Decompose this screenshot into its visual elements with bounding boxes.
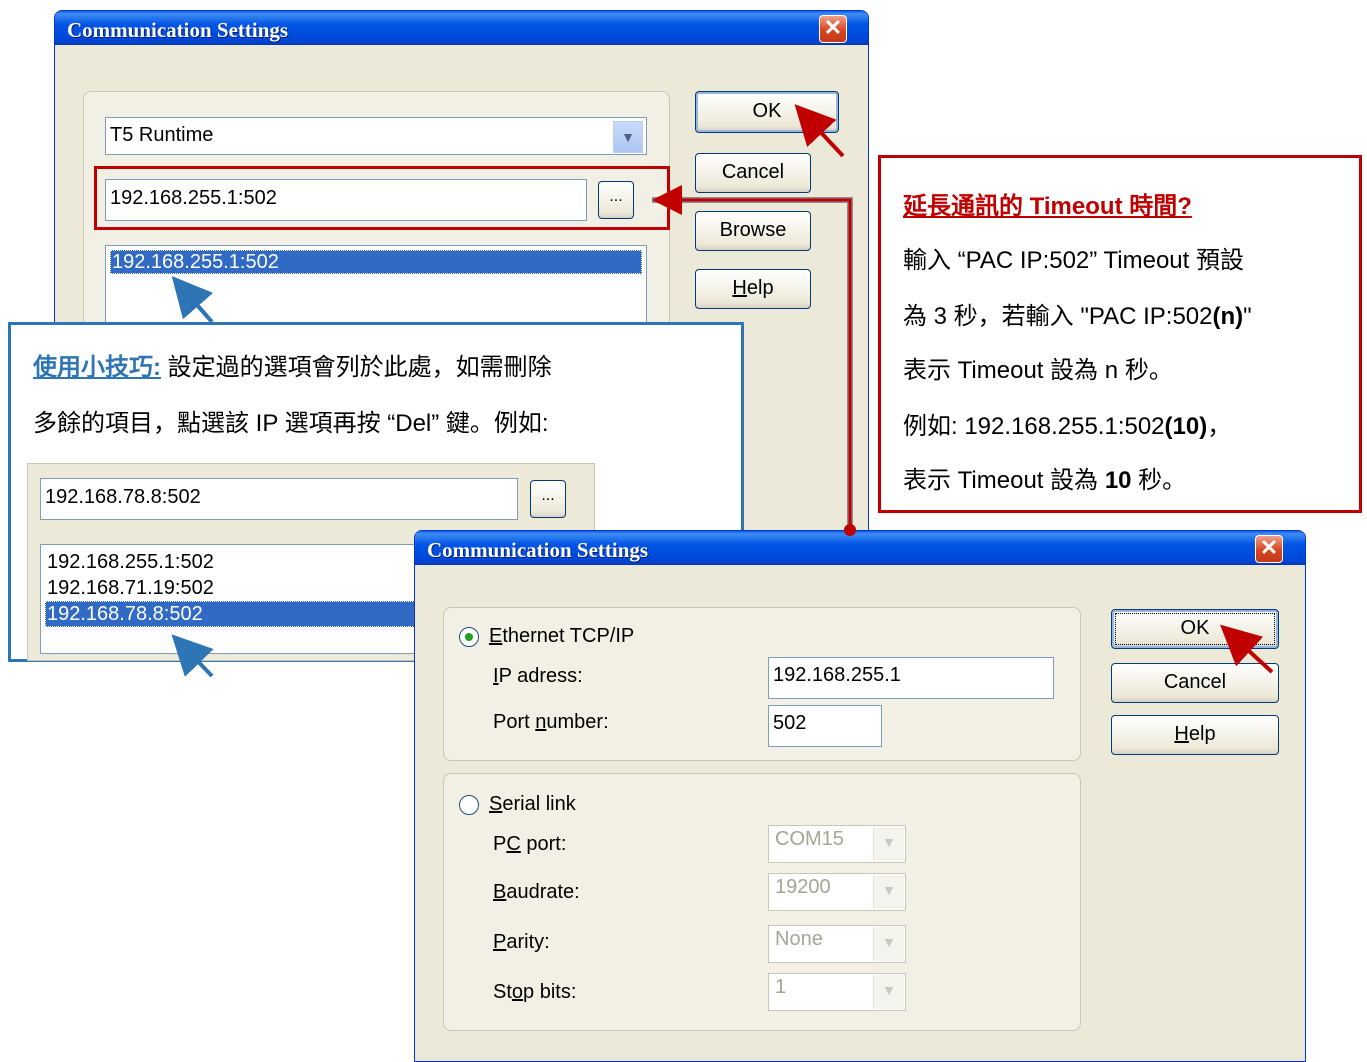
arrow-to-ok-1 <box>794 104 845 158</box>
connector-dots-to-dialog2 <box>652 197 853 528</box>
arrow-to-list-item <box>171 275 214 324</box>
arrow-to-example-item <box>171 634 214 678</box>
annotation-arrows <box>171 104 1274 678</box>
connector-dot <box>844 524 856 536</box>
connector-dots-to-dialog2-red <box>652 185 852 528</box>
arrow-to-ok-2 <box>1220 624 1274 674</box>
